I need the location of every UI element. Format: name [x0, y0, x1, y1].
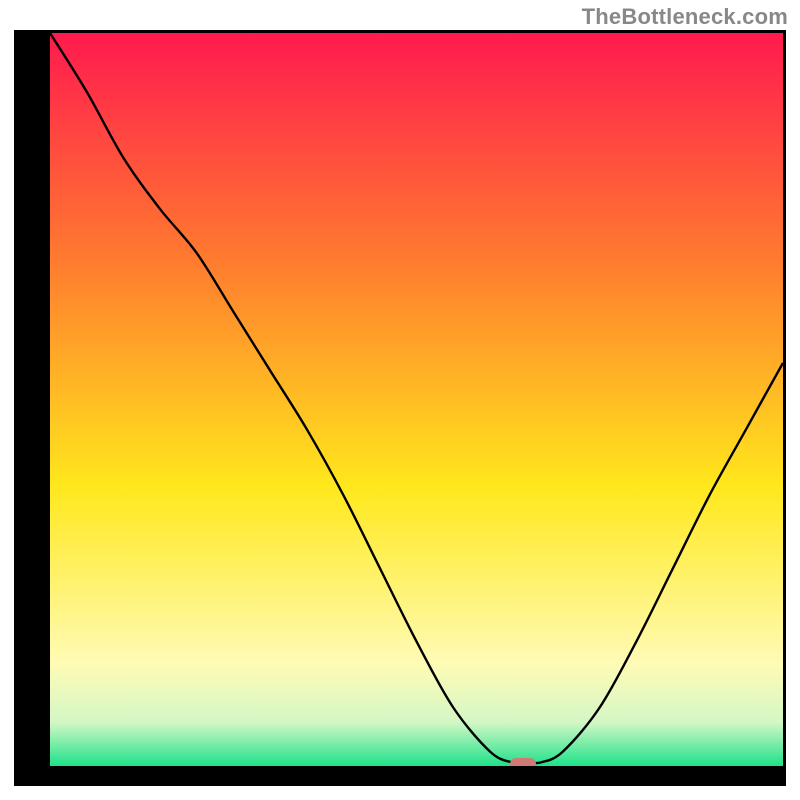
- watermark-text: TheBottleneck.com: [582, 4, 788, 30]
- plot-area: [50, 33, 783, 766]
- chart-container: TheBottleneck.com: [0, 0, 800, 800]
- gradient-background: [50, 33, 783, 766]
- optimal-point-marker: [510, 758, 536, 766]
- chart-frame: [14, 30, 786, 786]
- chart-svg: [50, 33, 783, 766]
